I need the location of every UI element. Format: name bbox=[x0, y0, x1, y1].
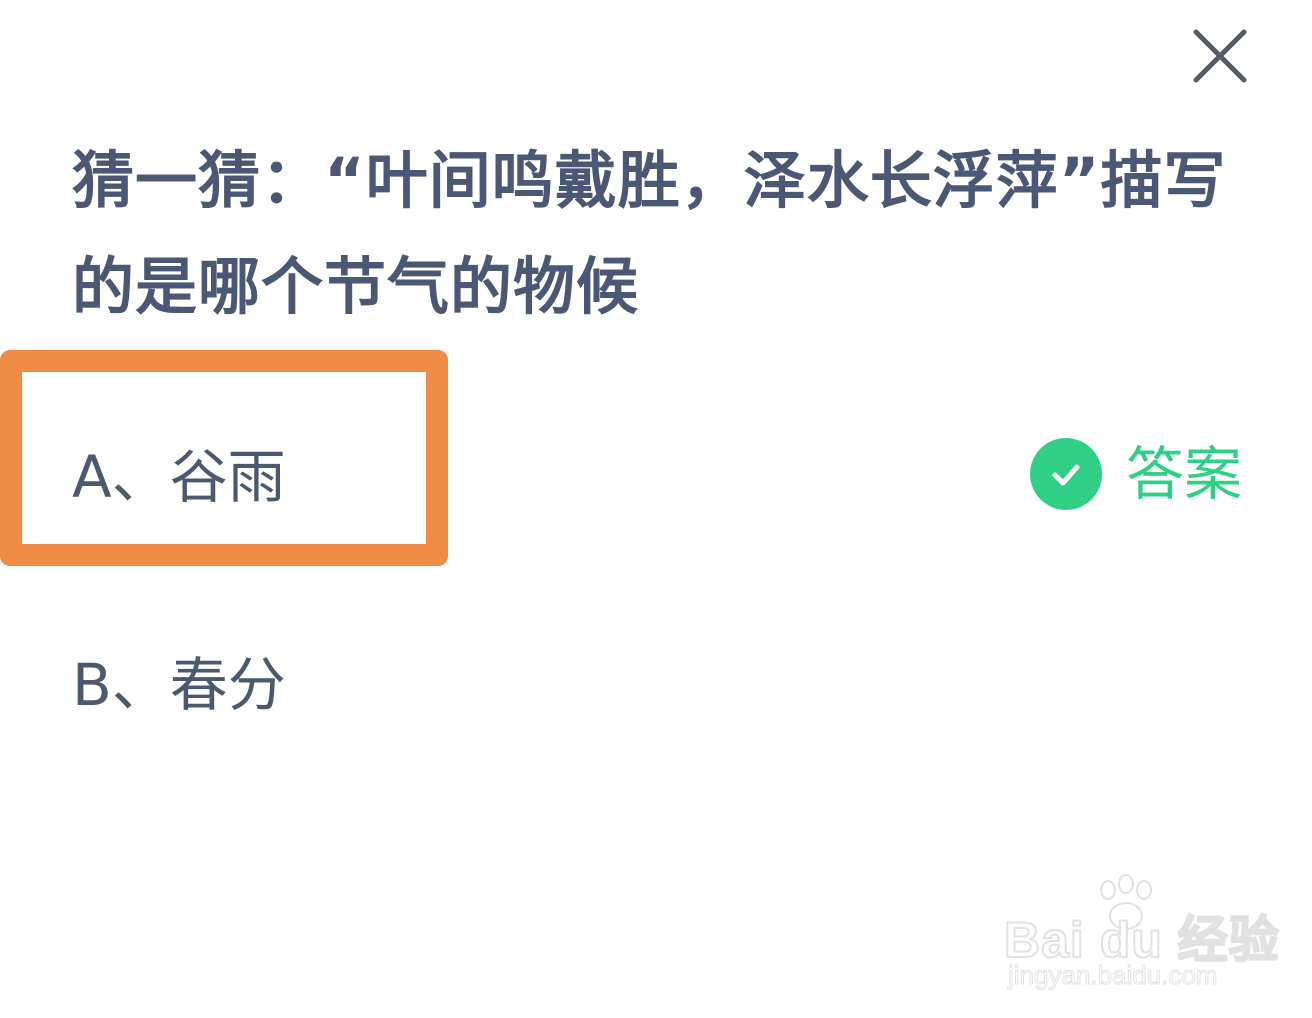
watermark-url: jingyan.baidu.com bbox=[1008, 960, 1219, 991]
close-icon bbox=[1193, 29, 1247, 83]
option-b[interactable]: B、春分 bbox=[72, 650, 286, 720]
answer-indicator: 答案 bbox=[1030, 438, 1242, 510]
answer-label: 答案 bbox=[1126, 440, 1243, 508]
check-circle-icon bbox=[1030, 438, 1102, 510]
highlight-box bbox=[0, 350, 448, 566]
baidu-jingyan-watermark: Bai du 经验 jingyan.baidu.com bbox=[1000, 874, 1280, 994]
question-text: 猜一猜：“叶间鸣戴胜，泽水长浮萍”描写的是哪个节气的物候 bbox=[72, 144, 1227, 323]
close-button[interactable] bbox=[1188, 24, 1252, 88]
quiz-card: 猜一猜：“叶间鸣戴胜，泽水长浮萍”描写的是哪个节气的物候 A、谷雨 答案 B、春… bbox=[0, 0, 1312, 1018]
